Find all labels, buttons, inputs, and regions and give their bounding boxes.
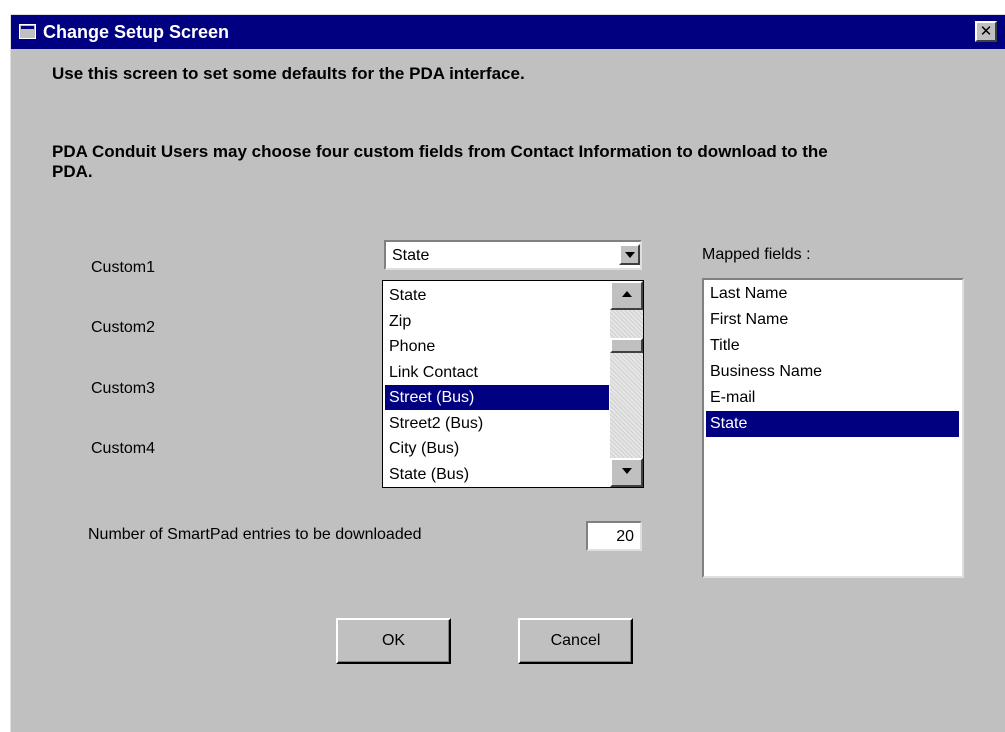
cancel-button[interactable]: Cancel (518, 618, 633, 664)
scroll-thumb[interactable] (610, 338, 643, 353)
mapped-field-item[interactable]: Business Name (706, 359, 959, 385)
smartpad-entries-label: Number of SmartPad entries to be downloa… (88, 526, 422, 543)
custom1-combobox[interactable]: State (384, 240, 642, 270)
close-button[interactable]: ✕ (975, 21, 997, 42)
mapped-fields-list[interactable]: Last Name First Name Title Business Name E-m… (702, 278, 964, 578)
custom1-dropdown-button[interactable] (619, 244, 640, 265)
custom3-label: Custom3 (91, 380, 156, 397)
custom2-label: Custom2 (91, 319, 156, 336)
mapped-fields-label: Mapped fields : (702, 246, 811, 263)
mapped-field-item[interactable]: Last Name (706, 281, 959, 307)
scroll-up-button[interactable] (610, 281, 643, 310)
scroll-down-button[interactable] (610, 458, 643, 487)
mapped-field-item[interactable]: First Name (706, 307, 959, 333)
app-window-icon (19, 24, 36, 39)
dropdown-option[interactable]: Street2 (Bus) (385, 411, 609, 436)
title-bar: Change Setup Screen ✕ (11, 15, 1005, 49)
dropdown-option[interactable]: State (Bus) (385, 462, 609, 487)
mapped-field-item[interactable]: Title (706, 333, 959, 359)
intro-text: Use this screen to set some defaults for… (52, 64, 525, 83)
dropdown-option[interactable]: Zip (385, 309, 609, 334)
scroll-up-icon (622, 291, 632, 297)
smartpad-entries-input[interactable]: 20 (586, 521, 642, 551)
mapped-field-item[interactable]: State (706, 411, 959, 437)
ok-button[interactable]: OK (336, 618, 451, 664)
scroll-down-icon (622, 468, 632, 474)
close-icon: ✕ (979, 23, 993, 40)
dropdown-option[interactable]: Link Contact (385, 360, 609, 385)
custom1-selected-value: State (392, 247, 430, 264)
window-title: Change Setup Screen (43, 22, 230, 42)
dropdown-scrollbar[interactable] (610, 281, 643, 487)
mapped-field-item[interactable]: E-mail (706, 385, 959, 411)
dropdown-option[interactable]: City (Bus) (385, 436, 609, 461)
chevron-down-icon (625, 252, 635, 258)
dropdown-option[interactable]: Phone (385, 334, 609, 359)
custom4-label: Custom4 (91, 440, 156, 457)
smartpad-entries-value: 20 (616, 528, 634, 545)
conduit-instructions: PDA Conduit Users may choose four custom… (52, 142, 828, 181)
dropdown-option[interactable]: Street (Bus) (385, 385, 609, 410)
custom1-label: Custom1 (91, 259, 156, 276)
dropdown-option[interactable]: State (385, 283, 609, 308)
custom1-dropdown-list[interactable]: State Zip Phone Link Contact Street (Bus) Str… (382, 280, 644, 488)
